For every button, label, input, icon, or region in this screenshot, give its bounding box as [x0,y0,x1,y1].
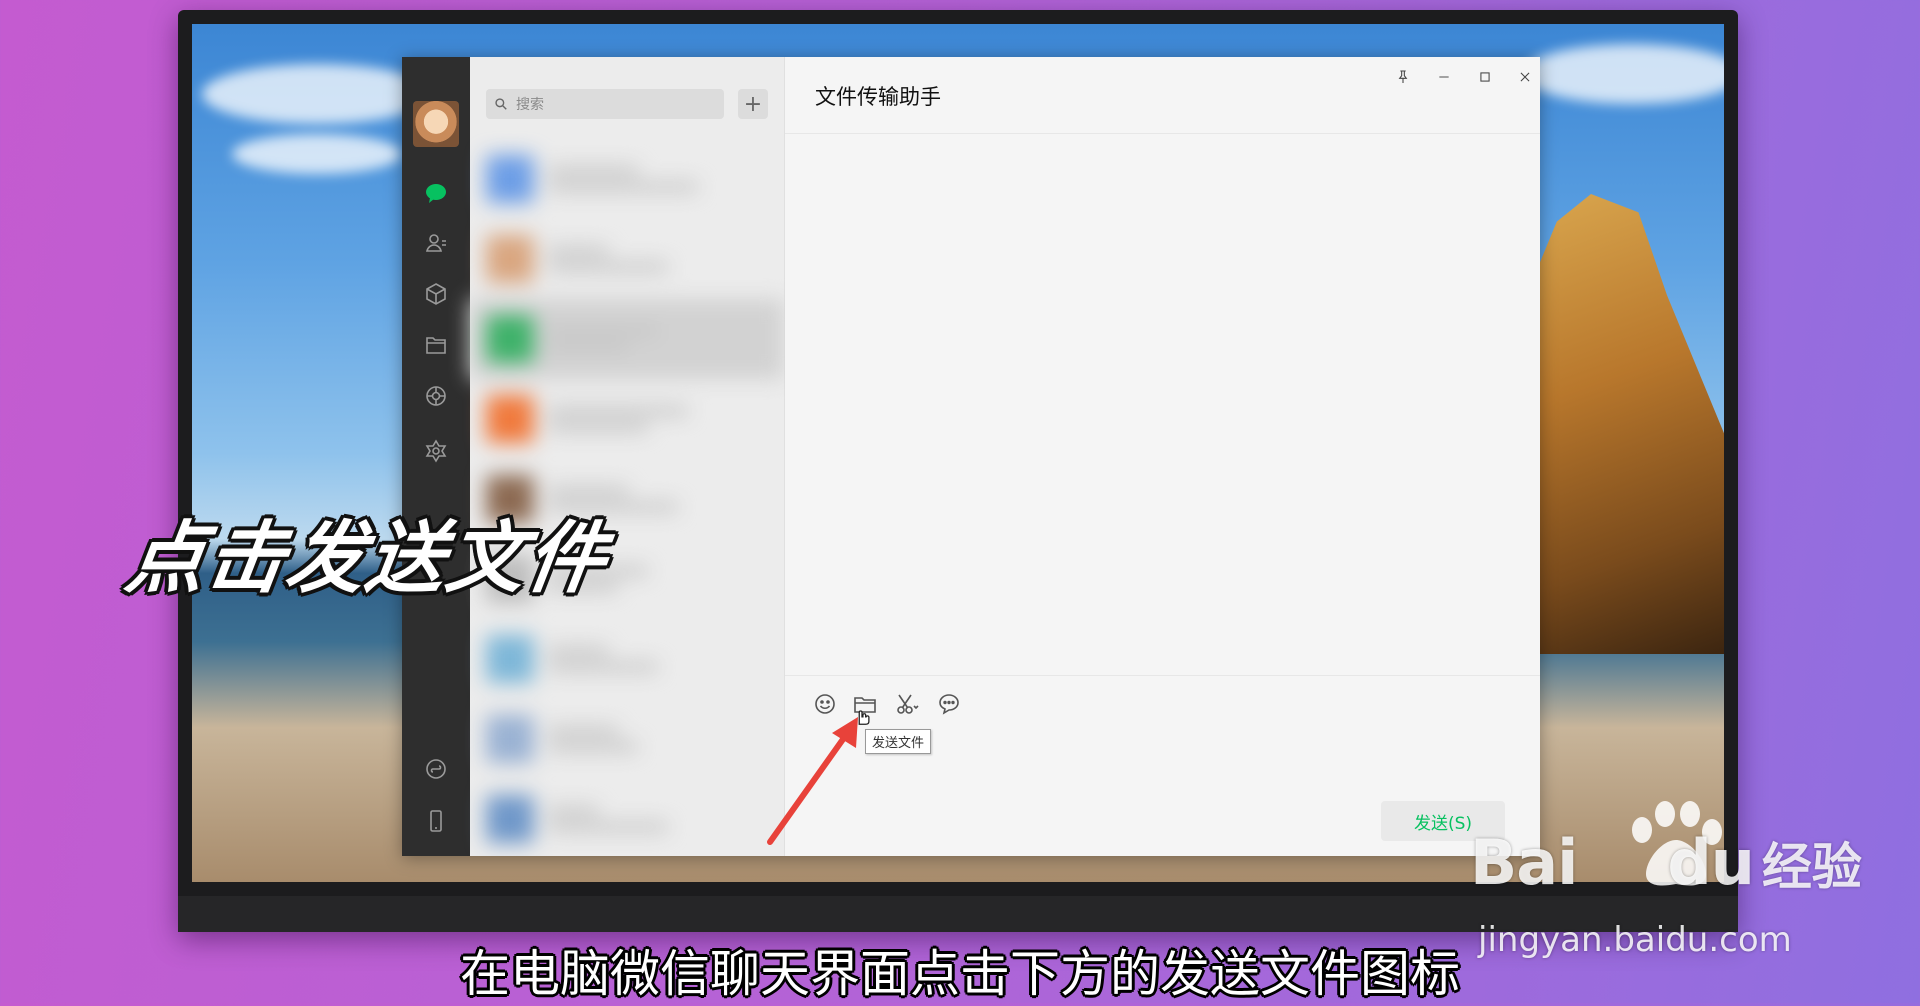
search-icon [486,97,516,111]
list-item[interactable] [470,779,784,856]
list-item[interactable] [470,299,784,379]
watermark-brand: Bai [1470,826,1578,899]
maximize-icon[interactable] [1471,63,1499,91]
close-icon[interactable] [1511,63,1539,91]
list-item[interactable] [470,219,784,299]
wechat-window: 搜索 + 文件传输助手 发送文件 发送(S) [402,57,1540,856]
mini-program-icon[interactable] [422,755,450,783]
chat-panel: 文件传输助手 发送文件 发送(S) [785,57,1540,856]
overlay-title: 点击发送文件 [120,514,614,604]
cliff-rock [1534,194,1724,654]
moments-icon[interactable] [422,382,450,410]
search-input[interactable]: 搜索 [486,89,724,119]
list-item[interactable] [470,379,784,459]
conversation-list: 搜索 + [470,57,785,856]
sidebar-nav [402,57,470,856]
list-item[interactable] [470,139,784,219]
search-placeholder: 搜索 [516,97,544,113]
watermark-brand2: du [1667,826,1755,899]
contacts-icon[interactable] [422,229,450,257]
chat-icon[interactable] [422,179,450,207]
emoji-icon[interactable] [810,689,840,719]
chat-history-icon[interactable] [934,689,964,719]
hand-cursor-icon [851,705,873,727]
chat-title: 文件传输助手 [815,85,941,109]
discover-icon[interactable] [422,437,450,465]
pin-icon[interactable] [1389,63,1417,91]
favorites-icon[interactable] [422,280,450,308]
screenshot-icon[interactable] [892,689,922,719]
send-file-tooltip: 发送文件 [865,729,932,754]
files-icon[interactable] [422,331,450,359]
list-item[interactable] [470,699,784,779]
watermark-cn: 经验 [1761,838,1862,896]
subtitle-caption: 在电脑微信聊天界面点击下方的发送文件图标 [460,945,1460,1003]
add-chat-button[interactable]: + [738,89,768,119]
title-divider [785,133,1540,134]
editor-divider [785,675,1540,676]
phone-icon[interactable] [422,807,450,835]
minimize-icon[interactable] [1430,63,1458,91]
avatar[interactable] [413,101,459,147]
baidu-watermark: Bai du 经验 [1470,826,1862,899]
list-item[interactable] [470,619,784,699]
